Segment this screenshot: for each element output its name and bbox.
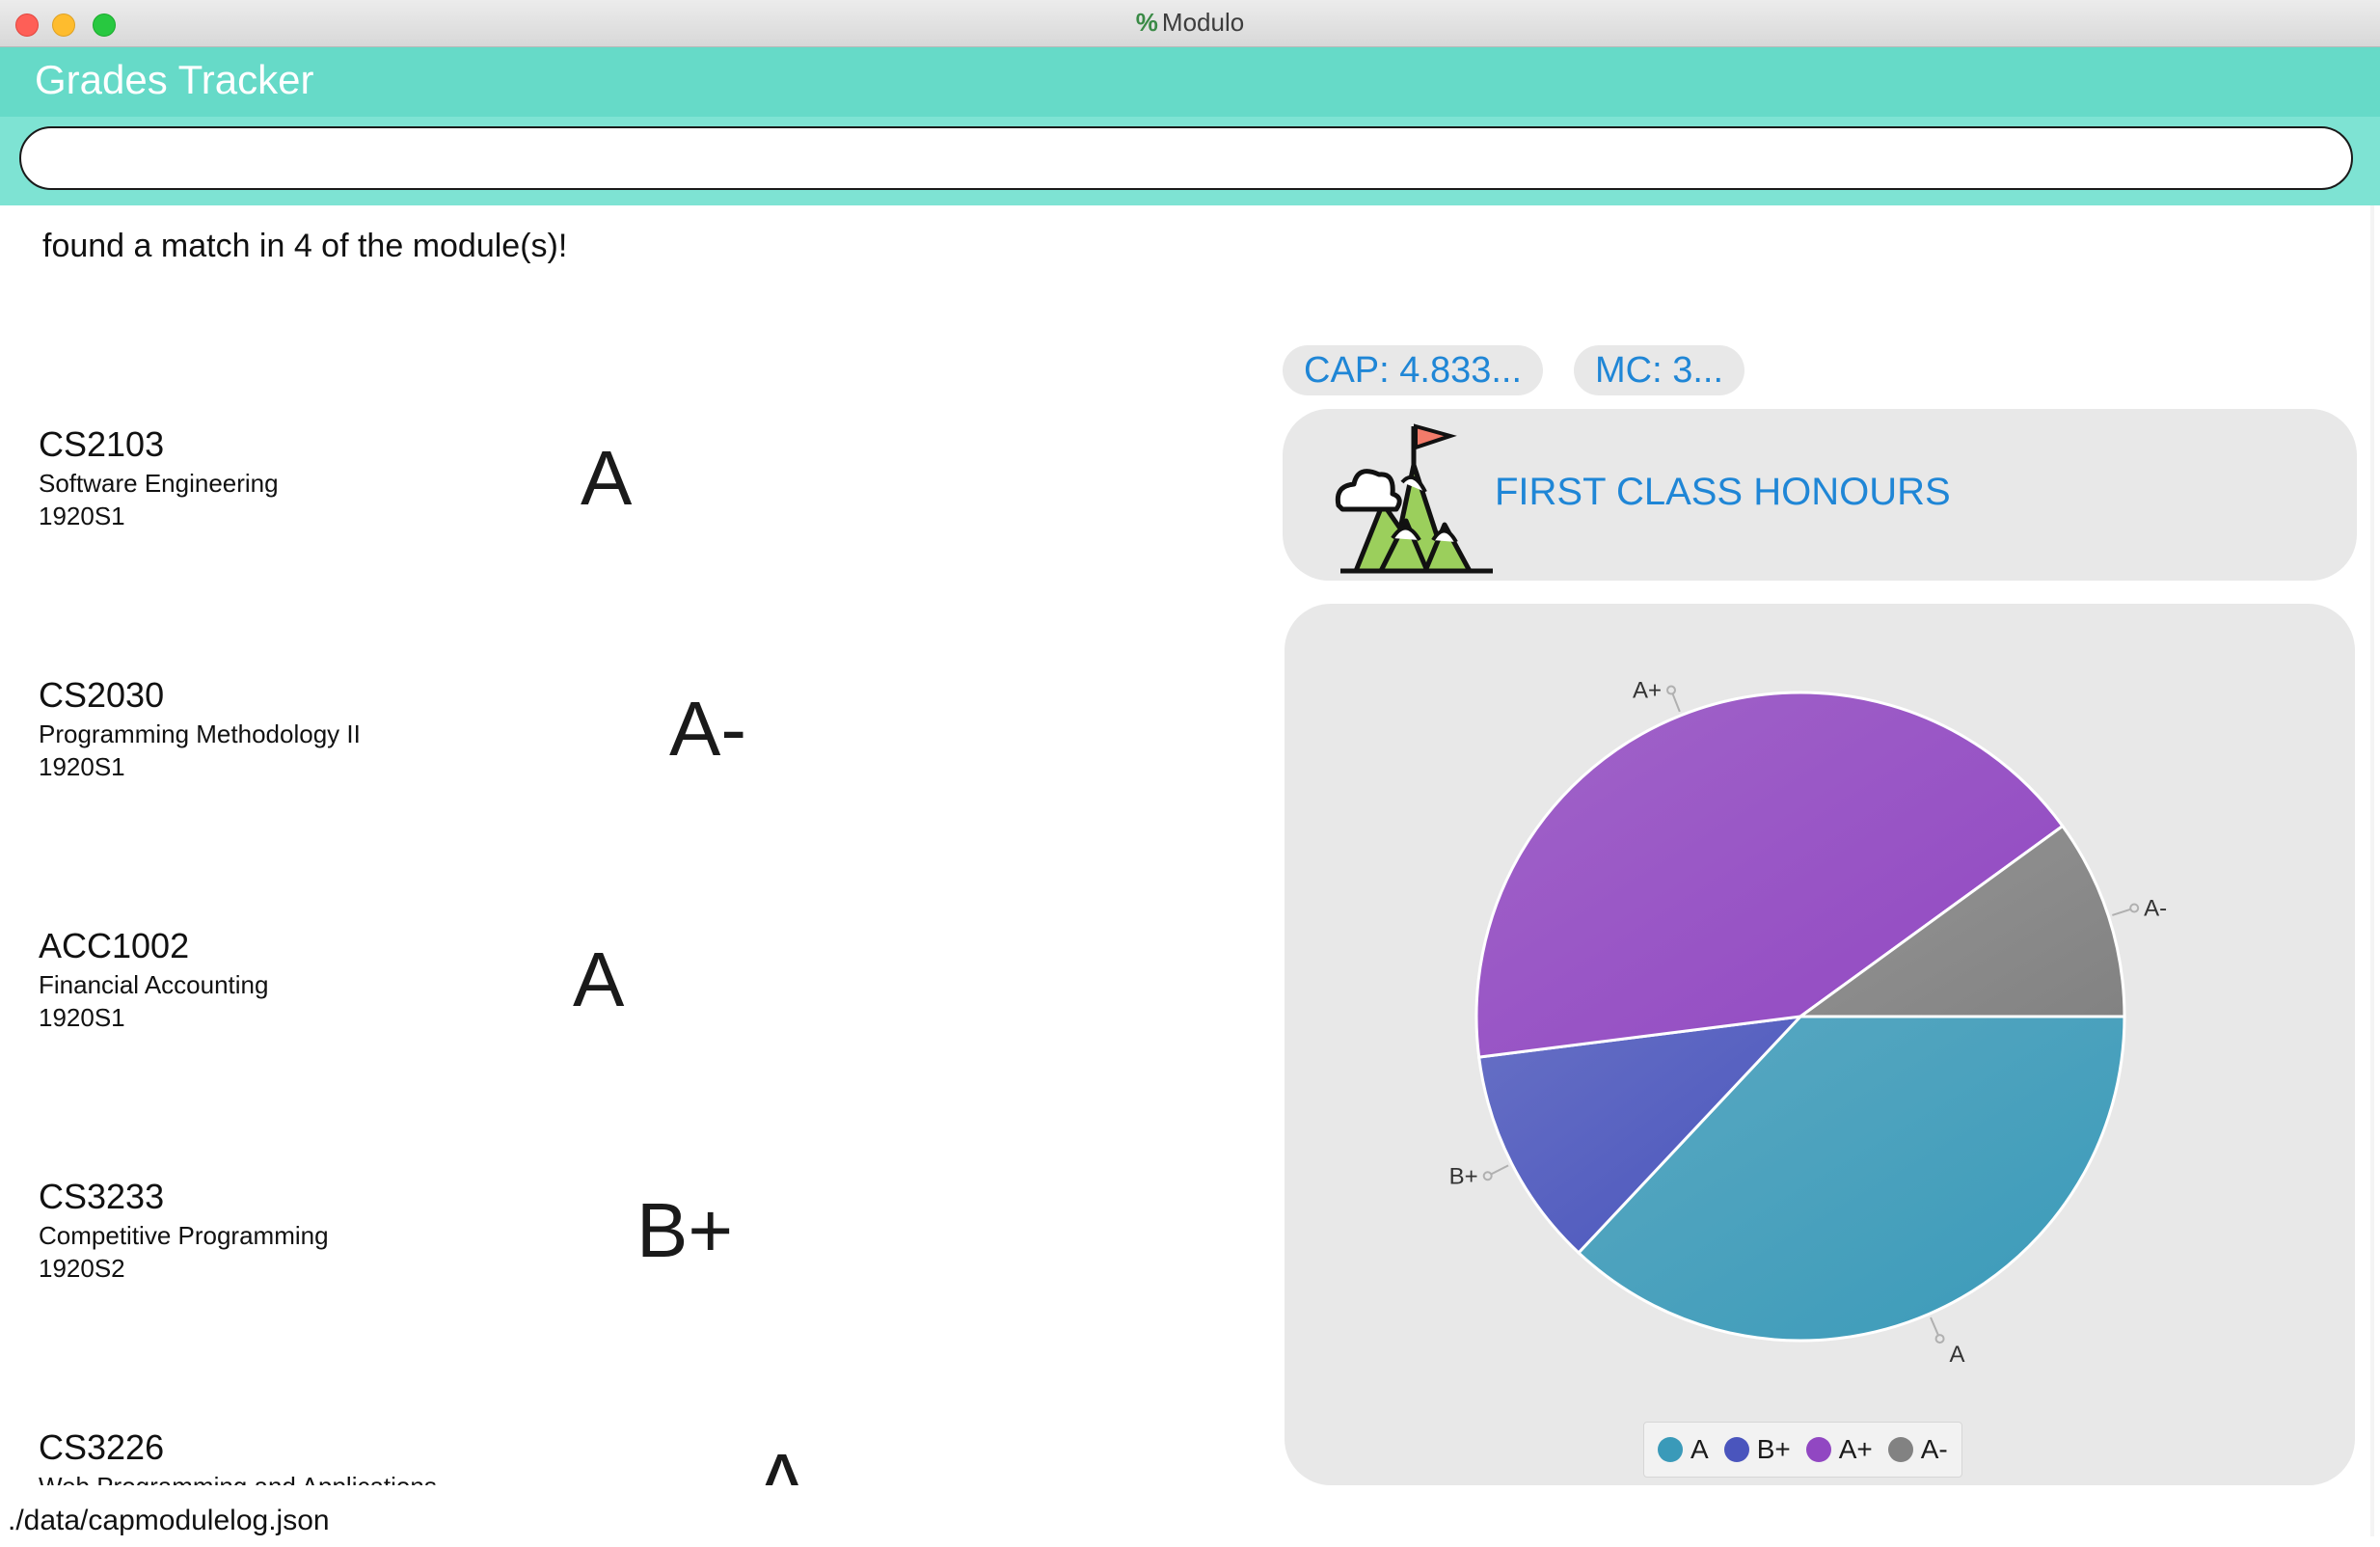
module-name: Competitive Programming: [39, 1221, 329, 1250]
app-percent-icon: %: [1135, 8, 1158, 37]
module-list[interactable]: CS2103 Software Engineering 1920S1 A CS2…: [0, 328, 1254, 1485]
pie-label-dot: [1482, 1171, 1493, 1181]
cap-badge: CAP: 4.833...: [1283, 345, 1544, 395]
module-code: CS2103: [39, 424, 165, 464]
module-grade: A: [756, 1438, 808, 1485]
pie-label: A-: [2144, 896, 2167, 922]
legend-swatch: [1723, 1437, 1749, 1462]
module-grade: A: [573, 936, 625, 1022]
chart-legend: A B+ A+ A-: [1643, 1422, 1962, 1478]
legend-swatch: [1805, 1437, 1831, 1462]
list-item[interactable]: CS2103 Software Engineering 1920S1 A: [0, 424, 1254, 617]
mountain-flag-icon: [1335, 423, 1493, 574]
command-input[interactable]: [19, 126, 2353, 190]
command-box-container: [0, 117, 2380, 205]
list-item[interactable]: CS3233 Competitive Programming 1920S2 B+: [0, 1177, 1254, 1370]
pie-label: A+: [1633, 678, 1662, 704]
honours-label: FIRST CLASS HONOURS: [1495, 471, 1951, 513]
legend-item: A-: [1887, 1434, 1948, 1465]
status-bar-save-path: ./data/capmodulelog.json: [8, 1505, 330, 1536]
window-title-text: Modulo: [1161, 8, 1245, 37]
legend-swatch: [1658, 1437, 1683, 1462]
app-header: Grades Tracker: [0, 47, 2380, 117]
pie-label-dot: [1934, 1334, 1945, 1344]
window-title: % Modulo: [0, 8, 2380, 38]
legend-item: B+: [1723, 1434, 1791, 1465]
list-item[interactable]: ACC1002 Financial Accounting 1920S1 A: [0, 926, 1254, 1119]
module-grade: A: [581, 435, 633, 521]
module-code: CS3233: [39, 1177, 165, 1216]
legend-item: A+: [1805, 1434, 1873, 1465]
grade-distribution-card: A B+ A+ A- A B+ A+ A-: [1285, 604, 2355, 1485]
module-name: Financial Accounting: [39, 970, 269, 999]
pie-label: B+: [1449, 1163, 1478, 1189]
legend-label: A: [1690, 1434, 1709, 1464]
module-name: Software Engineering: [39, 469, 279, 498]
module-semester: 1920S1: [39, 502, 125, 530]
module-name: Programming Methodology II: [39, 719, 361, 748]
mc-badge: MC: 3...: [1574, 345, 1745, 395]
legend-item: A: [1658, 1434, 1709, 1465]
module-code: CS2030: [39, 675, 165, 715]
module-semester: 1920S1: [39, 1003, 125, 1032]
scrollbar[interactable]: [2370, 205, 2374, 1536]
module-semester: 1920S1: [39, 752, 125, 781]
module-grade: B+: [636, 1187, 734, 1273]
module-name: Web Programming and Applications: [39, 1472, 437, 1485]
module-code: ACC1002: [39, 926, 190, 965]
pie-label-dot: [2129, 903, 2140, 913]
module-semester: 1920S2: [39, 1254, 125, 1283]
module-grade: A-: [669, 686, 746, 772]
list-item[interactable]: CS2030 Programming Methodology II 1920S1…: [0, 675, 1254, 868]
result-display: found a match in 4 of the module(s)!: [42, 228, 568, 264]
legend-label: B+: [1756, 1434, 1791, 1464]
legend-label: A+: [1838, 1434, 1873, 1464]
pie-label: A: [1950, 1342, 1965, 1368]
legend-swatch: [1887, 1437, 1913, 1462]
legend-label: A-: [1920, 1434, 1948, 1464]
grade-pie-chart: A B+ A+ A-: [1449, 678, 2168, 1369]
window-titlebar: % Modulo: [0, 0, 2380, 47]
module-code: CS3226: [39, 1427, 165, 1467]
pie-label-dot: [1666, 685, 1677, 695]
app-title: Grades Tracker: [35, 57, 314, 102]
honours-card: FIRST CLASS HONOURS: [1283, 409, 2357, 581]
list-item[interactable]: CS3226 Web Programming and Applications …: [0, 1427, 1254, 1485]
